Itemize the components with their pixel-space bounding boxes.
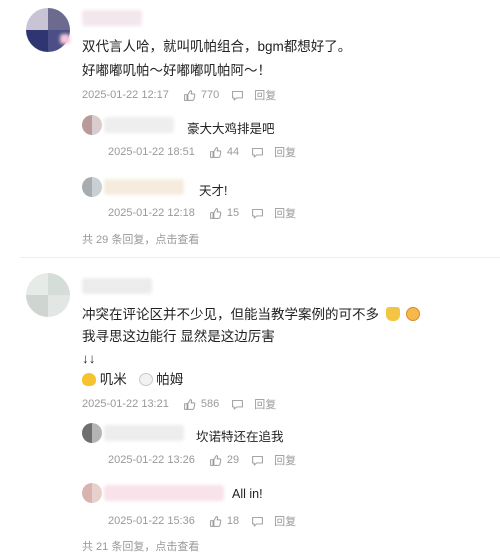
reply-meta: 2025-01-22 13:26 29 回复 bbox=[108, 452, 296, 468]
comment-icon bbox=[252, 147, 263, 157]
comment-text-line-2: 好嘟嘟叽帕～好嘟嘟叽帕阿～！ bbox=[82, 63, 271, 78]
reply-meta: 2025-01-22 18:51 44 回复 bbox=[108, 144, 296, 160]
reply-avatar[interactable] bbox=[82, 115, 102, 135]
reply-username-obscured[interactable] bbox=[104, 179, 184, 195]
thumbs-up-icon bbox=[209, 454, 222, 466]
reply-avatar[interactable] bbox=[82, 483, 102, 503]
thread-divider bbox=[20, 257, 500, 258]
reply-username-obscured[interactable] bbox=[104, 425, 184, 441]
like-count: 29 bbox=[226, 454, 240, 466]
like-count: 15 bbox=[226, 207, 240, 219]
view-more-replies-link[interactable]: 共 21 条回复，点击查看 bbox=[82, 538, 199, 554]
face-emoji-icon bbox=[405, 307, 420, 321]
reply-date: 2025-01-22 15:36 bbox=[108, 515, 195, 527]
username-obscured-part bbox=[60, 34, 70, 44]
reply-button[interactable]: 回复 bbox=[274, 513, 296, 529]
comment-icon bbox=[252, 516, 263, 526]
avatar[interactable] bbox=[26, 8, 70, 52]
comment-text: 冲突在评论区并不少见，但能当教学案例的可不多 bbox=[82, 307, 379, 322]
username-obscured[interactable] bbox=[82, 278, 152, 294]
reply-text: 豪大大鸡排是吧 bbox=[187, 122, 275, 136]
like-count: 18 bbox=[226, 515, 240, 527]
thumbs-up-icon bbox=[209, 146, 222, 158]
comment-button[interactable] bbox=[251, 146, 264, 159]
comment-icon bbox=[252, 455, 263, 465]
comment-button[interactable] bbox=[231, 398, 244, 411]
comment-date: 2025-01-22 12:17 bbox=[82, 89, 169, 101]
comment-date: 2025-01-22 13:21 bbox=[82, 398, 169, 410]
victory-hand-emoji-icon bbox=[385, 307, 400, 321]
comment-button[interactable] bbox=[251, 515, 264, 528]
reply-username-obscured[interactable] bbox=[104, 485, 224, 501]
username-obscured[interactable] bbox=[82, 10, 142, 26]
comment-button[interactable] bbox=[231, 89, 244, 102]
tag-jimi: 叽米 bbox=[99, 372, 127, 387]
reply-meta: 2025-01-22 12:18 15 回复 bbox=[108, 205, 296, 221]
rabbit-emoji-icon bbox=[138, 373, 153, 386]
comment-meta: 2025-01-22 12:17 770 回复 bbox=[82, 87, 276, 103]
comment-text-line-1: 冲突在评论区并不少见，但能当教学案例的可不多 bbox=[82, 304, 420, 326]
thumbs-up-icon bbox=[183, 398, 196, 410]
comment-meta: 2025-01-22 13:21 586 回复 bbox=[82, 396, 276, 412]
reply-date: 2025-01-22 13:26 bbox=[108, 454, 195, 466]
comment-icon bbox=[252, 208, 263, 218]
reply-text: All in! bbox=[232, 487, 263, 501]
like-button[interactable]: 770 bbox=[183, 89, 219, 102]
like-button[interactable]: 586 bbox=[183, 398, 219, 411]
comment-text-line-3: ↓↓ bbox=[82, 351, 96, 366]
comment-text-line-2: 我寻思这边能行 显然是这边厉害 bbox=[82, 329, 275, 344]
comment-button[interactable] bbox=[251, 454, 264, 467]
reply-text: 天才! bbox=[199, 184, 228, 198]
reply-button[interactable]: 回复 bbox=[274, 144, 296, 160]
comment-button[interactable] bbox=[251, 207, 264, 220]
avatar[interactable] bbox=[26, 273, 70, 317]
thumbs-up-icon bbox=[209, 207, 222, 219]
like-button[interactable]: 18 bbox=[209, 515, 239, 528]
like-button[interactable]: 15 bbox=[209, 207, 239, 220]
like-button[interactable]: 29 bbox=[209, 454, 239, 467]
like-count: 586 bbox=[200, 398, 220, 410]
like-count: 770 bbox=[200, 89, 220, 101]
chick-emoji-icon bbox=[82, 373, 96, 386]
thumbs-up-icon bbox=[209, 515, 222, 527]
like-count: 44 bbox=[226, 146, 240, 158]
thumbs-up-icon bbox=[183, 89, 196, 101]
comment-text-line-1: 双代言人哈，就叫叽帕组合，bgm都想好了。 bbox=[82, 39, 352, 54]
comment-tags: 叽米 帕姆 bbox=[82, 369, 183, 391]
like-button[interactable]: 44 bbox=[209, 146, 239, 159]
reply-meta: 2025-01-22 15:36 18 回复 bbox=[108, 513, 296, 529]
reply-date: 2025-01-22 12:18 bbox=[108, 207, 195, 219]
reply-date: 2025-01-22 18:51 bbox=[108, 146, 195, 158]
view-more-replies-link[interactable]: 共 29 条回复，点击查看 bbox=[82, 231, 199, 247]
tag-pamu: 帕姆 bbox=[156, 372, 184, 387]
comment-icon bbox=[232, 90, 244, 100]
reply-avatar[interactable] bbox=[82, 423, 102, 443]
reply-avatar[interactable] bbox=[82, 177, 102, 197]
comment-icon bbox=[232, 399, 244, 409]
reply-button[interactable]: 回复 bbox=[274, 205, 296, 221]
reply-username-obscured[interactable] bbox=[104, 117, 174, 133]
reply-button[interactable]: 回复 bbox=[274, 452, 296, 468]
reply-button[interactable]: 回复 bbox=[254, 87, 276, 103]
reply-text: 坎诺特还在追我 bbox=[196, 430, 284, 444]
reply-button[interactable]: 回复 bbox=[254, 396, 276, 412]
